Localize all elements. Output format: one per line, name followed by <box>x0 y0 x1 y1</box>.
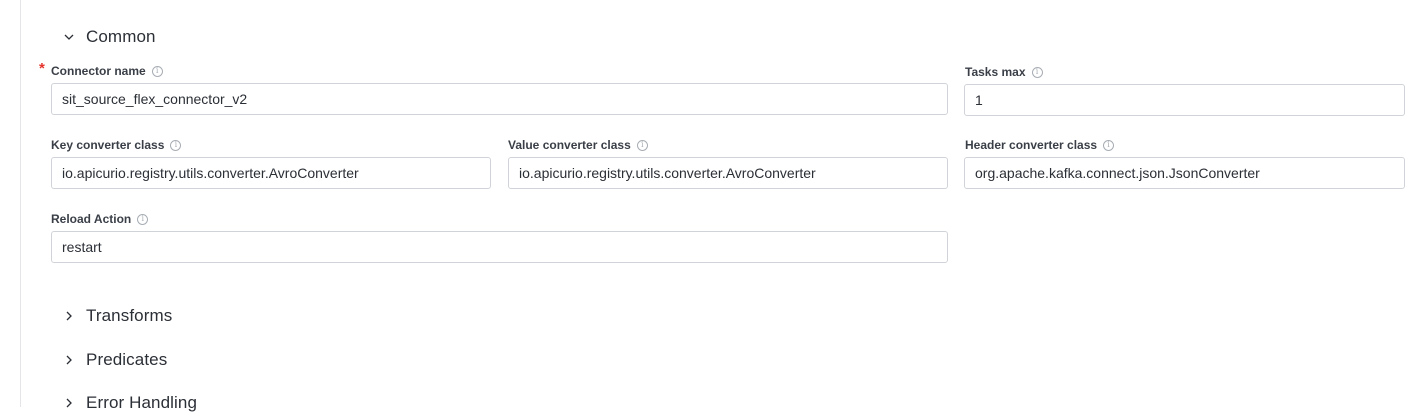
info-icon[interactable]: i <box>1103 139 1115 151</box>
section-common-toggle[interactable]: Common <box>62 27 156 47</box>
reload-action-label: Reload Action <box>51 212 132 226</box>
section-predicates-toggle[interactable]: Predicates <box>62 350 167 370</box>
reload-action-field: Reload Action i <box>51 211 149 227</box>
connector-name-label: Connector name <box>51 64 146 78</box>
tasks-max-input[interactable]: 1 <box>964 84 1405 116</box>
section-transforms-toggle[interactable]: Transforms <box>62 306 172 326</box>
info-icon[interactable]: i <box>170 139 182 151</box>
section-error-handling-toggle[interactable]: Error Handling <box>62 393 197 413</box>
connector-name-field: * Connector name i <box>39 60 163 79</box>
key-converter-input[interactable]: io.apicurio.registry.utils.converter.Avr… <box>51 157 491 189</box>
chevron-right-icon <box>62 353 76 367</box>
chevron-down-icon <box>62 30 76 44</box>
chevron-right-icon <box>62 309 76 323</box>
value-converter-field: Value converter class i <box>508 137 648 153</box>
value-converter-label: Value converter class <box>508 138 631 152</box>
info-icon[interactable]: i <box>1031 66 1043 78</box>
info-icon[interactable]: i <box>636 139 648 151</box>
info-icon[interactable]: i <box>137 213 149 225</box>
section-common-title: Common <box>86 27 156 46</box>
required-asterisk: * <box>39 60 45 77</box>
info-icon[interactable]: i <box>151 65 163 77</box>
value-converter-input[interactable]: io.apicurio.registry.utils.converter.Avr… <box>508 157 948 189</box>
tasks-max-field: Tasks max i <box>965 64 1043 80</box>
header-converter-input[interactable]: org.apache.kafka.connect.json.JsonConver… <box>964 157 1405 189</box>
left-divider <box>20 0 21 407</box>
section-error-handling-title: Error Handling <box>86 393 198 412</box>
tasks-max-label: Tasks max <box>965 65 1026 79</box>
header-converter-label: Header converter class <box>965 138 1098 152</box>
chevron-right-icon <box>62 396 76 410</box>
key-converter-label: Key converter class <box>51 138 165 152</box>
connector-name-input[interactable]: sit_source_flex_connector_v2 <box>51 83 948 115</box>
section-transforms-title: Transforms <box>86 306 173 325</box>
header-converter-field: Header converter class i <box>965 137 1115 153</box>
section-predicates-title: Predicates <box>86 350 168 369</box>
key-converter-field: Key converter class i <box>51 137 182 153</box>
reload-action-input[interactable]: restart <box>51 231 948 263</box>
